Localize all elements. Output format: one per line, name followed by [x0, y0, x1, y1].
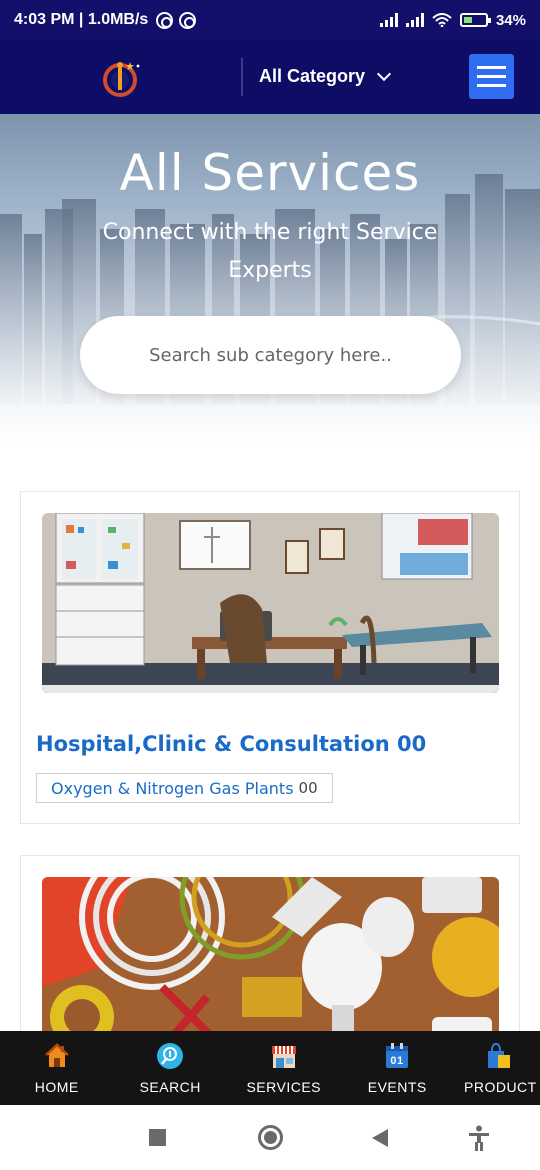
- system-navigation-bar: [0, 1105, 540, 1170]
- app-screen: 4:03 PM | 1.0MB/s 34% All Category All S…: [0, 0, 540, 1170]
- accessibility-icon[interactable]: [468, 1125, 490, 1151]
- bottom-navigation: HOME SEARCH SERVICES 01 EVENTS PRODUCT: [0, 1031, 540, 1105]
- search-placeholder: Search sub category here..: [149, 344, 392, 366]
- search-subcategory-input[interactable]: Search sub category here..: [80, 316, 461, 394]
- nav-search[interactable]: SEARCH: [114, 1031, 228, 1105]
- hospital-office-illustration: [42, 513, 499, 693]
- category-dropdown[interactable]: All Category: [259, 66, 392, 87]
- card-title[interactable]: Hospital,Clinic & Consultation 00: [36, 732, 426, 756]
- nav-label: PRODUCT: [464, 1079, 537, 1095]
- service-card[interactable]: [20, 855, 520, 1057]
- brand-logo[interactable]: [100, 56, 144, 100]
- status-time: 4:03 PM | 1.0MB/s: [14, 11, 149, 28]
- status-bar: 4:03 PM | 1.0MB/s 34%: [0, 0, 540, 40]
- home-icon: [44, 1043, 69, 1067]
- hero-banner: All Services Connect with the right Serv…: [0, 114, 540, 444]
- service-card[interactable]: Hospital,Clinic & Consultation 00 Oxygen…: [20, 491, 520, 824]
- store-icon: [271, 1046, 296, 1068]
- page-title: All Services: [119, 144, 421, 202]
- wifi-icon: [432, 13, 452, 27]
- calendar-icon-text: 01: [391, 1055, 404, 1067]
- app-header: All Category: [0, 40, 540, 114]
- subcategory-chip[interactable]: Oxygen & Nitrogen Gas Plants 00: [36, 773, 333, 803]
- nav-services[interactable]: SERVICES: [227, 1031, 341, 1105]
- nav-label: SEARCH: [139, 1079, 201, 1095]
- shopping-bag-icon: [488, 1042, 510, 1068]
- nav-product[interactable]: PRODUCT: [454, 1031, 540, 1105]
- home-circle-icon[interactable]: [258, 1125, 283, 1150]
- hamburger-icon: [477, 66, 506, 69]
- chip-label: Oxygen & Nitrogen Gas Plants: [51, 778, 294, 798]
- page-subtitle: Connect with the right Service Experts: [102, 220, 438, 283]
- status-sync-icons: [156, 11, 197, 29]
- signal-icon: [405, 13, 424, 27]
- battery-level: 34%: [495, 11, 526, 29]
- nav-label: HOME: [34, 1079, 79, 1095]
- status-right: 34%: [379, 11, 526, 29]
- recents-icon[interactable]: [149, 1129, 166, 1146]
- hamburger-menu-button[interactable]: [469, 54, 514, 99]
- back-icon[interactable]: [372, 1129, 388, 1147]
- signal-icon: [379, 13, 398, 27]
- nav-home[interactable]: HOME: [0, 1031, 114, 1105]
- electrical-supplies-photo: [42, 877, 499, 1057]
- sync-icon: [179, 11, 197, 29]
- nav-label: EVENTS: [367, 1079, 427, 1095]
- sync-icon: [156, 11, 174, 29]
- battery-charging-icon: [459, 13, 491, 27]
- search-icon: [157, 1043, 184, 1069]
- chevron-down-icon: [376, 66, 392, 81]
- calendar-icon: 01: [386, 1043, 409, 1068]
- chip-count: 00: [298, 779, 318, 797]
- nav-label: SERVICES: [246, 1079, 322, 1095]
- category-dropdown-label: All Category: [259, 66, 366, 86]
- nav-events[interactable]: 01 EVENTS: [341, 1031, 455, 1105]
- header-divider: [241, 58, 243, 96]
